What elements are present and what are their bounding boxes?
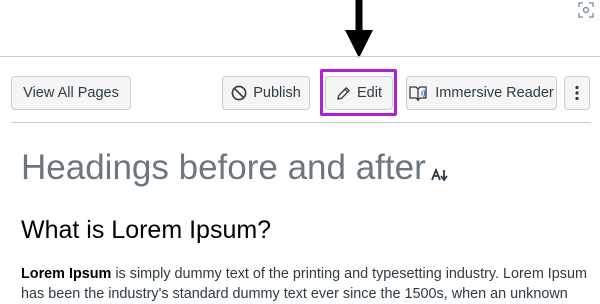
no-entry-icon <box>231 85 247 101</box>
more-options-button[interactable] <box>564 76 590 110</box>
vertical-dots-icon <box>575 85 579 101</box>
section-heading: What is Lorem Ipsum? <box>21 216 272 244</box>
view-all-pages-button[interactable]: View All Pages <box>11 76 131 110</box>
sort-icon[interactable] <box>431 167 449 183</box>
immersive-reader-icon <box>409 85 427 102</box>
page-title: Headings before and after <box>21 148 426 187</box>
top-divider <box>0 56 600 57</box>
body-paragraph: Lorem Ipsum is simply dummy text of the … <box>21 264 591 304</box>
down-arrow-icon <box>345 0 373 58</box>
publish-label: Publish <box>253 85 301 101</box>
bold-lead-text: Lorem Ipsum <box>21 266 112 282</box>
edit-highlight-box <box>320 69 397 116</box>
publish-button[interactable]: Publish <box>222 76 310 110</box>
immersive-reader-button[interactable]: Immersive Reader <box>406 76 557 110</box>
immersive-reader-label: Immersive Reader <box>435 85 554 101</box>
focus-scan-icon[interactable] <box>578 2 594 18</box>
view-all-pages-label: View All Pages <box>23 85 119 101</box>
header-divider <box>11 122 591 123</box>
